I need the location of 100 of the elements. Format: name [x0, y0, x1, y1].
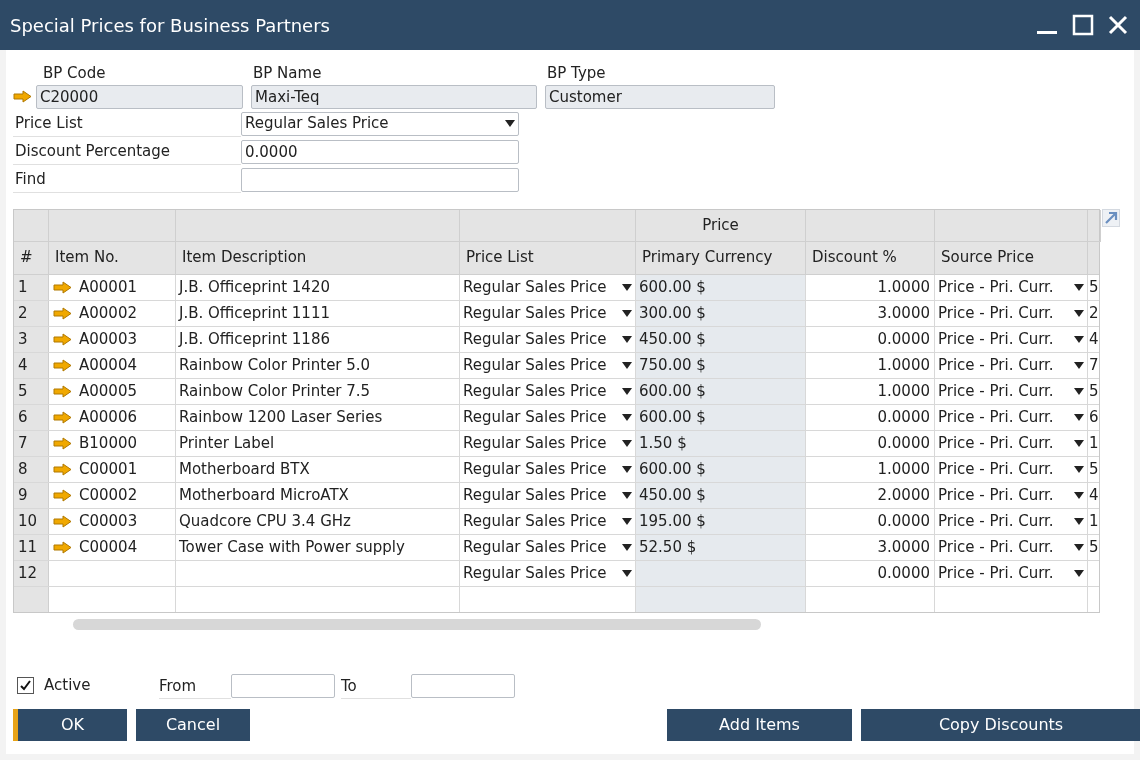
link-arrow-icon[interactable] [53, 410, 73, 424]
dropdown-caret-icon [622, 309, 632, 317]
source-price-cell-dropdown[interactable]: Price - Pri. Curr. [935, 535, 1087, 559]
description-cell: Rainbow Color Printer 5.0 [179, 355, 371, 374]
link-arrow-icon[interactable] [53, 462, 73, 476]
source-price-cell-dropdown[interactable]: Price - Pri. Curr. [935, 509, 1087, 533]
item-number-cell-text: C00002 [79, 484, 138, 506]
source-price-cell-dropdown[interactable]: Price - Pri. Curr. [935, 327, 1087, 351]
price-list-cell-dropdown[interactable]: Regular Sales Price [460, 535, 635, 559]
price-list-cell-dropdown[interactable]: Regular Sales Price [460, 327, 635, 351]
price-cell: 600.00 $ [636, 274, 806, 300]
horizontal-scrollbar[interactable] [73, 618, 761, 630]
column-header[interactable]: Item Description [176, 241, 460, 274]
row-number-cell: 5 [14, 378, 49, 404]
dropdown-caret-icon [1074, 387, 1084, 395]
price-list-cell-dropdown[interactable]: Regular Sales Price [460, 431, 635, 455]
source-price-cell-dropdown[interactable]: Price - Pri. Curr. [935, 353, 1087, 377]
source-price-cell-dropdown[interactable]: Price - Pri. Curr. [935, 483, 1087, 507]
description-cell: Motherboard BTX [179, 459, 310, 478]
find-input-field[interactable] [241, 167, 519, 192]
source-price-cell-dropdown[interactable]: Price - Pri. Curr. [935, 405, 1087, 429]
column-header[interactable]: Source Price [935, 241, 1088, 274]
table-cell: 1 [1089, 433, 1099, 452]
row-number-cell: 4 [14, 352, 49, 378]
row-number-cell: 12 [14, 560, 49, 586]
price-list-cell-dropdown[interactable]: Regular Sales Price [460, 353, 635, 377]
price-cell: 52.50 $ [636, 534, 806, 560]
price-list-cell-dropdown[interactable]: Regular Sales Price [460, 509, 635, 533]
column-header[interactable]: Primary Currency [636, 241, 806, 274]
link-arrow-icon[interactable] [13, 90, 33, 103]
dropdown-caret-icon [1074, 569, 1084, 577]
discount-cell: 0.0000 [877, 563, 930, 582]
price-cell: 300.00 $ [636, 300, 806, 326]
link-arrow-icon[interactable] [53, 384, 73, 398]
source-price-cell-dropdown[interactable]: Price - Pri. Curr. [935, 561, 1087, 585]
maximize-icon[interactable] [1072, 14, 1094, 36]
cancel-button[interactable]: Cancel [136, 708, 250, 741]
source-price-cell-dropdown[interactable]: Price - Pri. Curr. [935, 275, 1087, 299]
table-cell: 5 [1089, 537, 1099, 556]
dropdown-caret-icon [622, 491, 632, 499]
price-cell: 450.00 $ [636, 326, 806, 352]
link-arrow-icon[interactable] [53, 540, 73, 554]
link-arrow-icon[interactable] [53, 306, 73, 320]
window-title: Special Prices for Business Partners [10, 13, 330, 38]
price-cell: 600.00 $ [636, 456, 806, 482]
column-header[interactable]: Item No. [49, 241, 176, 274]
dropdown-caret-icon [622, 361, 632, 369]
copy-discounts-button[interactable]: Copy Discounts [861, 708, 1140, 741]
column-header[interactable]: Price List [460, 241, 636, 274]
item-number-cell-text: A00005 [79, 380, 137, 402]
price-list-cell-dropdown[interactable]: Regular Sales Price [460, 457, 635, 481]
dropdown-caret-icon [622, 465, 632, 473]
price-list-cell-dropdown[interactable]: Regular Sales Price [460, 301, 635, 325]
link-arrow-icon[interactable] [53, 332, 73, 346]
discount-input-field[interactable]: 0.0000 [241, 139, 519, 164]
field-label: To [341, 675, 411, 699]
price-list-dropdown[interactable]: Regular Sales Price [241, 111, 519, 136]
description-cell: Printer Label [179, 433, 275, 452]
to-date-field[interactable] [411, 673, 515, 698]
column-group-header: Price [636, 209, 806, 242]
discount-cell: 2.0000 [877, 485, 930, 504]
discount-cell: 0.0000 [877, 511, 930, 530]
price-list-cell-dropdown[interactable]: Regular Sales Price [460, 379, 635, 403]
field-label: Find [13, 166, 241, 193]
link-arrow-icon[interactable] [53, 280, 73, 294]
table-cell: 5 [1089, 459, 1099, 478]
checkbox-label: Active [44, 675, 91, 697]
active-checkbox[interactable] [17, 677, 34, 694]
link-arrow-icon[interactable] [53, 514, 73, 528]
item-number-cell-text: C00001 [79, 458, 138, 480]
row-number-cell: 3 [14, 326, 49, 352]
add-items-button[interactable]: Add Items [667, 708, 852, 741]
link-arrow-icon[interactable] [53, 436, 73, 450]
price-list-cell-dropdown[interactable]: Regular Sales Price [460, 275, 635, 299]
table-cell: 2 [1089, 303, 1099, 322]
dropdown-caret-icon [1074, 335, 1084, 343]
row-number-cell: 8 [14, 456, 49, 482]
price-list-cell-dropdown[interactable]: Regular Sales Price [460, 405, 635, 429]
source-price-cell-dropdown[interactable]: Price - Pri. Curr. [935, 457, 1087, 481]
price-list-cell-dropdown[interactable]: Regular Sales Price [460, 483, 635, 507]
source-price-cell-dropdown[interactable]: Price - Pri. Curr. [935, 431, 1087, 455]
column-header[interactable]: # [14, 241, 49, 274]
item-number-cell-text: A00004 [79, 354, 137, 376]
row-number-cell: 7 [14, 430, 49, 456]
from-date-field[interactable] [231, 673, 335, 698]
price-cell: 600.00 $ [636, 404, 806, 430]
item-number-cell-text: A00002 [79, 302, 137, 324]
ok-button[interactable]: OK [13, 708, 127, 741]
source-price-cell-dropdown[interactable]: Price - Pri. Curr. [935, 379, 1087, 403]
description-cell: J.B. Officeprint 1186 [179, 329, 330, 348]
link-arrow-icon[interactable] [53, 488, 73, 502]
expand-arrow-icon[interactable] [1102, 208, 1120, 227]
link-arrow-icon[interactable] [53, 358, 73, 372]
row-number-cell: 1 [14, 274, 49, 300]
column-header[interactable]: Discount % [806, 241, 935, 274]
close-icon[interactable] [1108, 15, 1128, 35]
source-price-cell-dropdown[interactable]: Price - Pri. Curr. [935, 301, 1087, 325]
price-list-cell-dropdown[interactable]: Regular Sales Price [460, 561, 635, 585]
field-label: From [159, 675, 231, 699]
table-cell: 1 [1089, 511, 1099, 530]
